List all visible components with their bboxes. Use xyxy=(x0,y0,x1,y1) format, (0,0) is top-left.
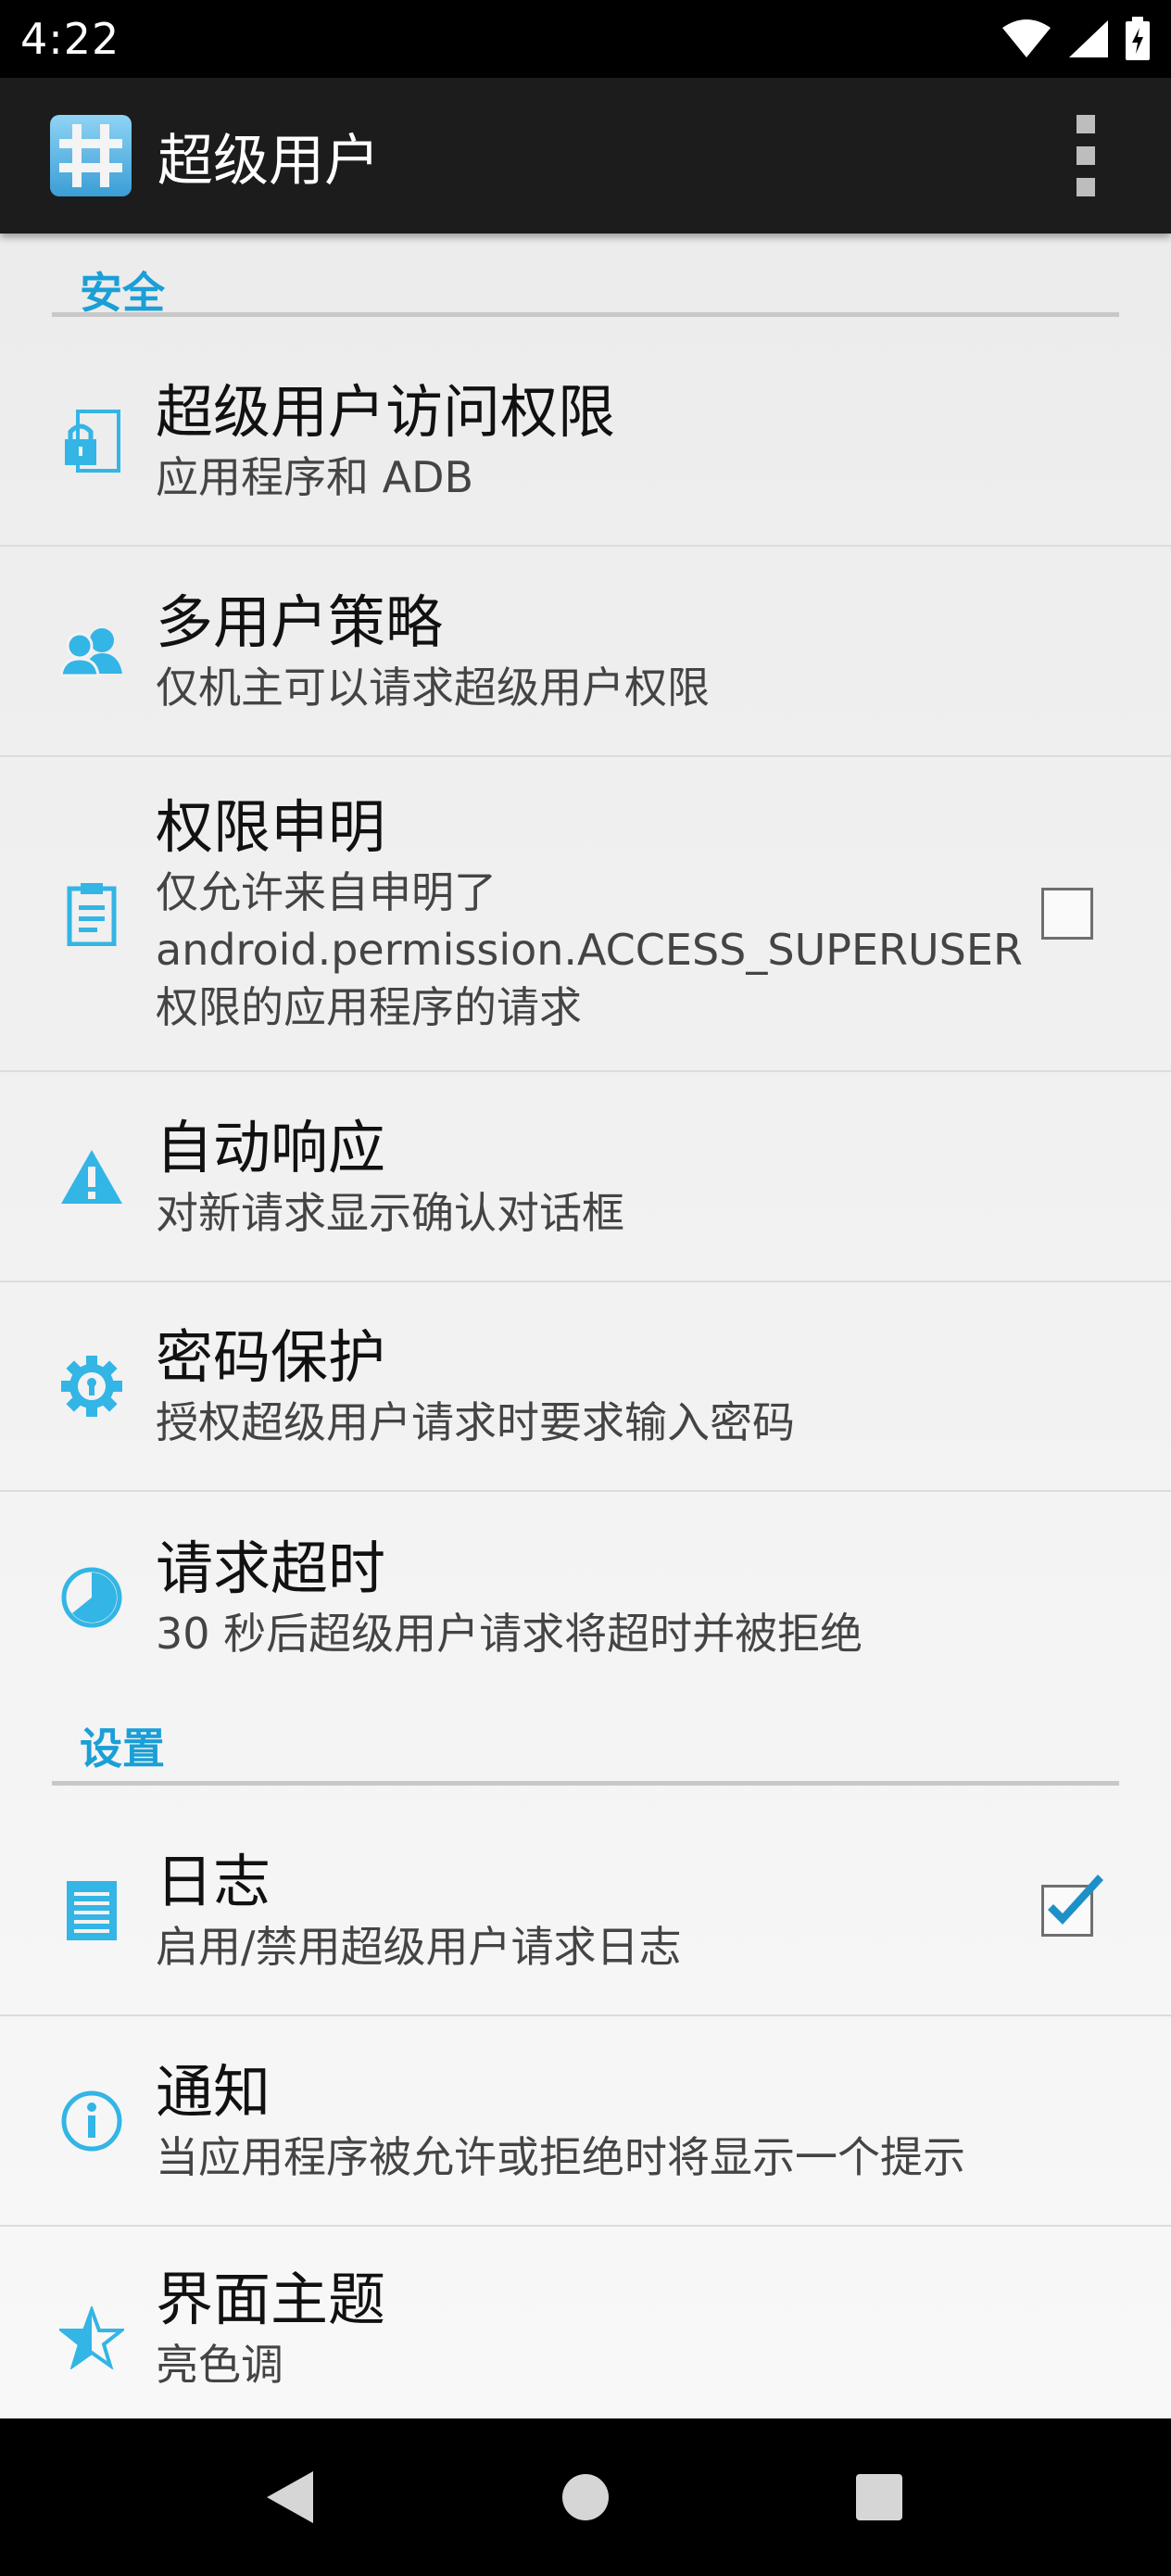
pref-summary: 应用程序和 ADB xyxy=(156,452,474,502)
pref-summary-line: 权限的应用程序的请求 xyxy=(156,982,582,1032)
pref-superuser-access[interactable]: 超级用户访问权限 应用程序和 ADB xyxy=(0,337,1171,547)
pref-title: 日志 xyxy=(156,1847,271,1915)
pref-title: 超级用户访问权限 xyxy=(156,378,616,446)
pref-notifications[interactable]: 通知 当应用程序被允许或拒绝时将显示一个提示 xyxy=(0,2016,1171,2227)
pref-title: 通知 xyxy=(156,2057,271,2126)
pref-title: 密码保护 xyxy=(156,1323,386,1391)
wifi-icon xyxy=(1002,19,1051,57)
warning-icon xyxy=(54,1139,130,1215)
pref-summary: 30 秒后超级用户请求将超时并被拒绝 xyxy=(156,1608,863,1659)
section-label: 安全 xyxy=(80,268,165,318)
pref-request-timeout[interactable]: 请求超时 30 秒后超级用户请求将超时并被拒绝 xyxy=(0,1492,1171,1702)
pref-theme[interactable]: 界面主题 亮色调 xyxy=(0,2227,1171,2418)
pref-auto-response[interactable]: 自动响应 对新请求显示确认对话框 xyxy=(0,1072,1171,1282)
home-icon[interactable] xyxy=(560,2472,611,2522)
pref-title: 多用户策略 xyxy=(156,587,444,656)
pref-summary-line: 仅允许来自申明了 xyxy=(156,867,497,917)
section-header-settings: 设置 xyxy=(0,1702,1171,1806)
status-bar: 4:22 xyxy=(0,0,1171,78)
star-icon xyxy=(54,2300,130,2376)
preferences-list[interactable]: 安全 超级用户访问权限 应用程序和 ADB 多用户策略 仅机主可以请求超级用户权… xyxy=(0,234,1171,2418)
app-title: 超级用户 xyxy=(157,128,380,194)
navigation-bar xyxy=(0,2418,1171,2576)
status-time: 4:22 xyxy=(20,14,120,64)
clipboard-icon xyxy=(54,876,130,952)
log-icon xyxy=(54,1873,130,1949)
info-icon xyxy=(54,2083,130,2159)
checkmark-icon xyxy=(1048,1874,1103,1925)
recents-icon[interactable] xyxy=(854,2472,904,2522)
overflow-menu-icon[interactable] xyxy=(1065,115,1106,196)
pref-title: 权限申明 xyxy=(156,793,386,861)
status-icons xyxy=(1001,17,1151,61)
pref-summary: 授权超级用户请求时要求输入密码 xyxy=(156,1397,795,1447)
users-icon xyxy=(54,613,130,689)
pref-summary: 启用/禁用超级用户请求日志 xyxy=(156,1921,682,1972)
battery-icon xyxy=(1126,17,1150,60)
section-label: 设置 xyxy=(80,1724,165,1774)
pref-multiuser-policy[interactable]: 多用户策略 仅机主可以请求超级用户权限 xyxy=(0,547,1171,757)
logging-checkbox[interactable] xyxy=(1041,1874,1103,1937)
back-icon[interactable] xyxy=(263,2468,315,2527)
app-bar: 超级用户 xyxy=(0,78,1171,234)
clock-icon xyxy=(54,1559,130,1635)
gear-icon xyxy=(54,1348,130,1424)
pref-title: 自动响应 xyxy=(156,1113,386,1181)
pref-summary: 仅机主可以请求超级用户权限 xyxy=(156,662,710,713)
lock-icon xyxy=(54,403,130,479)
signal-icon xyxy=(1069,20,1108,57)
pref-permission-declaration[interactable]: 权限申明 仅允许来自申明了 android.permission.ACCESS_… xyxy=(0,757,1171,1072)
pref-title: 请求超时 xyxy=(156,1534,386,1602)
pref-summary-line: android.permission.ACCESS_SUPERUSER xyxy=(156,925,1023,975)
section-header-security: 安全 xyxy=(0,234,1171,337)
pref-summary: 亮色调 xyxy=(156,2340,283,2390)
pref-password-protection[interactable]: 密码保护 授权超级用户请求时要求输入密码 xyxy=(0,1282,1171,1492)
pref-summary: 当应用程序被允许或拒绝时将显示一个提示 xyxy=(156,2131,965,2182)
pref-summary: 对新请求显示确认对话框 xyxy=(156,1187,624,1238)
superuser-app-icon xyxy=(50,115,132,196)
pref-logging[interactable]: 日志 启用/禁用超级用户请求日志 xyxy=(0,1806,1171,2016)
permission-declaration-checkbox[interactable] xyxy=(1041,888,1093,940)
pref-title: 界面主题 xyxy=(156,2266,386,2333)
